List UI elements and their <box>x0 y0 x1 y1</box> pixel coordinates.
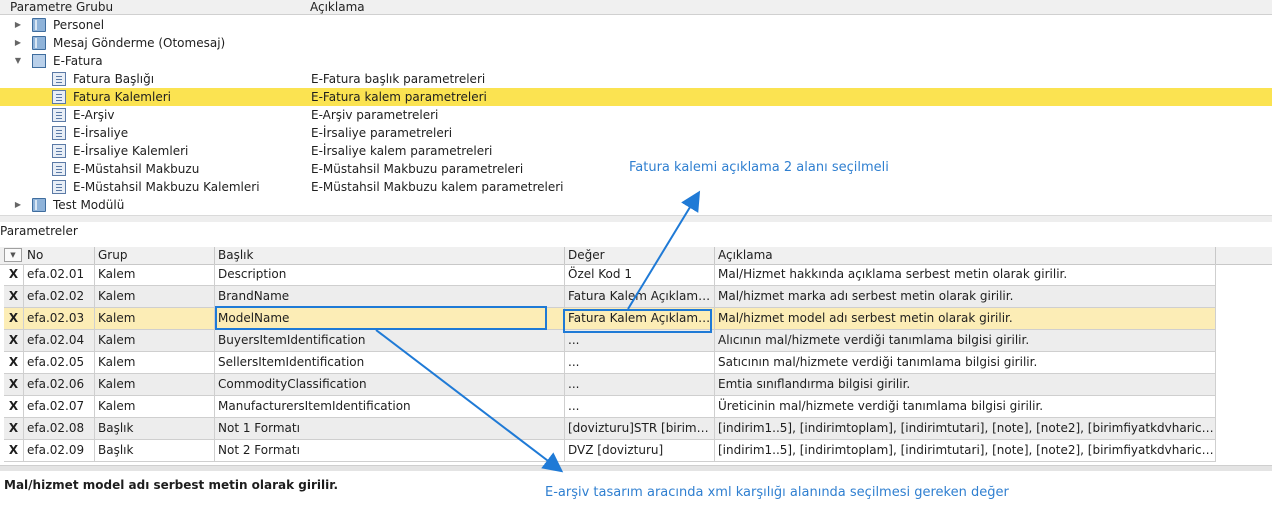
annotation-arrows <box>375 190 701 473</box>
arrow-to-top-note <box>627 190 701 310</box>
annotation-top-note: Fatura kalemi açıklama 2 alanı seçilmeli <box>629 160 889 175</box>
arrow-to-bottom-note <box>375 329 564 473</box>
annotation-bottom-note: E-arşiv tasarım aracında xml karşılığı a… <box>545 485 1009 500</box>
